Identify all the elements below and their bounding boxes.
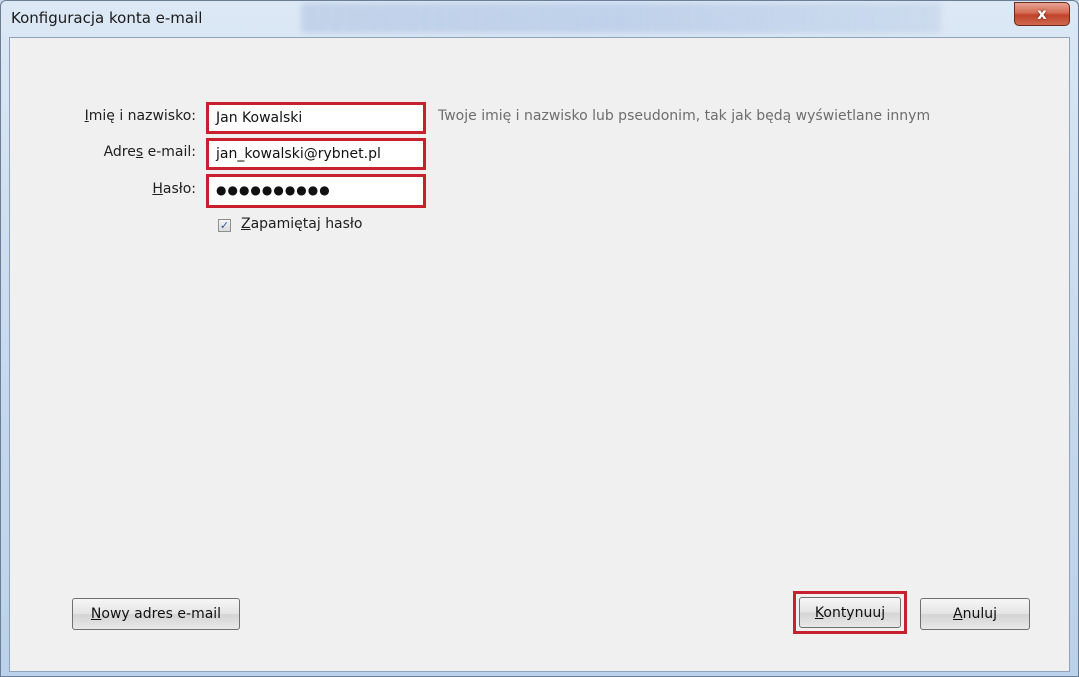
name-hint: Twoje imię i nazwisko lub pseudonim, tak… <box>438 108 931 124</box>
password-label: Hasło: <box>152 181 196 197</box>
name-label: Imię i nazwisko: <box>84 108 196 124</box>
title-bar[interactable]: Konfiguracja konta e-mail x <box>1 1 1078 37</box>
close-icon: x <box>1037 5 1047 23</box>
dialog-window: Konfiguracja konta e-mail x Imię i nazwi… <box>0 0 1079 677</box>
checkmark-icon: ✓ <box>219 219 230 232</box>
email-field[interactable]: jan_kowalski@rybnet.pl <box>206 138 426 170</box>
cancel-button[interactable]: Anuluj <box>920 598 1030 630</box>
dialog-body: Imię i nazwisko: Jan Kowalski Twoje imię… <box>9 37 1070 672</box>
remember-password-checkbox[interactable]: ✓ <box>218 219 231 232</box>
window-title: Konfiguracja konta e-mail <box>11 9 203 27</box>
new-address-button[interactable]: Nowy adres e-mail <box>72 598 240 630</box>
name-field[interactable]: Jan Kowalski <box>206 102 426 134</box>
blurred-background-title <box>301 3 941 33</box>
continue-button[interactable]: Kontynuuj <box>799 597 901 628</box>
password-field[interactable]: ●●●●●●●●●● <box>206 174 426 208</box>
email-label: Adres e-mail: <box>103 144 196 160</box>
close-button[interactable]: x <box>1014 2 1070 26</box>
remember-password-label[interactable]: Zapamiętaj hasło <box>241 216 362 232</box>
